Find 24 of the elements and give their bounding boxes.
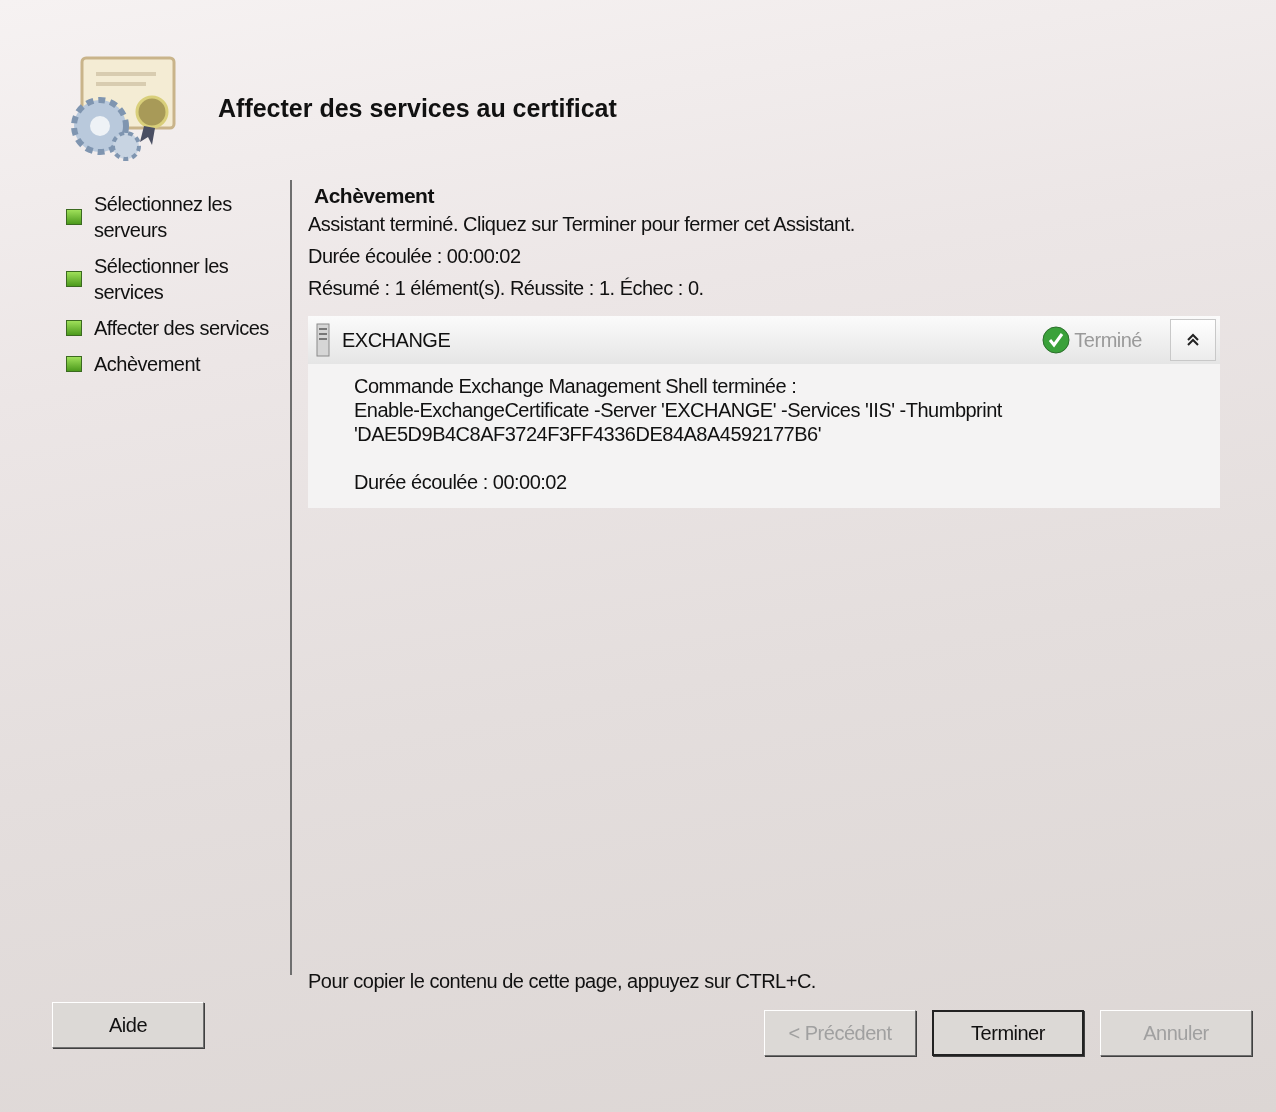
command-output: Commande Exchange Management Shell terminée : Enable-ExchangeCertificate -Server 'EXCHANGE' -Services 'IIS' -Thumbprint 'DAE5D9B4C8AF3724F3FF4336DE84A8A4592177B6'	[354, 374, 1003, 447]
server-icon	[316, 323, 330, 358]
step-marker-icon	[66, 320, 82, 336]
status-text: Terminé	[1074, 328, 1142, 354]
double-chevron-up-icon	[1186, 333, 1200, 348]
elapsed-time: Durée écoulée : 00:00:02	[308, 244, 522, 269]
step-label: Sélectionner les services	[94, 254, 230, 305]
elapsed-time: Durée écoulée : 00:00:02	[354, 470, 568, 495]
step-marker-icon	[66, 271, 82, 287]
success-check-icon	[1042, 326, 1071, 355]
summary-text: Résumé : 1 élément(s). Réussite : 1. Échec : 0.	[308, 276, 705, 301]
completion-message: Assistant terminé. Cliquez sur Terminer pour fermer cet Assistant.	[308, 212, 856, 237]
server-name: EXCHANGE	[342, 328, 451, 354]
collapse-button[interactable]	[1170, 319, 1216, 362]
step-label: Achèvement	[94, 352, 201, 377]
page-heading: Achèvement	[314, 183, 436, 209]
wizard-title: Affecter des services au certificat	[218, 92, 617, 123]
copy-hint: Pour copier le contenu de cette page, appuyez sur CTRL+C.	[308, 969, 817, 994]
help-button[interactable]: Aide	[52, 1002, 204, 1048]
step-label: Affecter des services	[94, 316, 269, 341]
wizard-button[interactable]: Terminer	[932, 1010, 1084, 1056]
step-marker-icon	[66, 356, 82, 372]
step-label: Sélectionnez les serveurs	[94, 192, 233, 243]
step-marker-icon	[66, 209, 82, 225]
